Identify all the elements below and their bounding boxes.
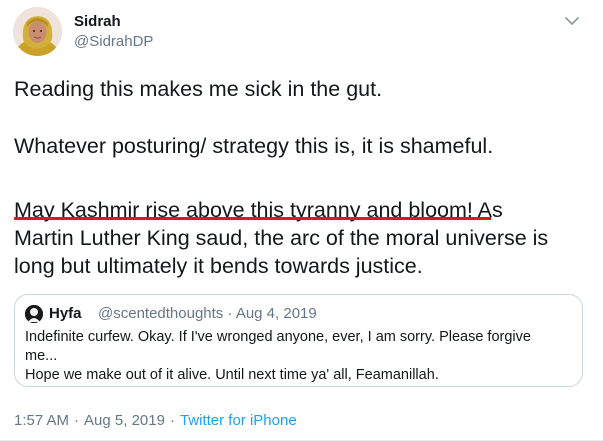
quoted-author-meta: @scentedthoughts · Aug 4, 2019 xyxy=(98,305,317,322)
quoted-author-handle[interactable]: @scentedthoughts xyxy=(98,305,223,322)
tweet-paragraph: Reading this makes me sick in the gut. xyxy=(14,77,383,101)
quoted-text-line: Hope we make out of it alive. Until next… xyxy=(25,367,439,383)
tweet-text-line: long but ultimately it bends towards jus… xyxy=(14,254,423,278)
quoted-tweet[interactable]: Hyfa @scentedthoughts · Aug 4, 2019 Inde… xyxy=(14,294,583,387)
quoted-author-name[interactable]: Hyfa xyxy=(49,305,82,322)
tweet: Sidrah @SidrahDP Reading this makes me s… xyxy=(0,0,603,441)
tweet-source-link[interactable]: Twitter for iPhone xyxy=(180,412,297,429)
tweet-paragraph-3: May Kashmir rise above this tyranny and … xyxy=(14,196,548,280)
separator: · xyxy=(169,412,175,429)
tweet-footer: 1:57 AM · Aug 5, 2019 · Twitter for iPhone xyxy=(14,412,297,429)
highlight-underline xyxy=(14,217,491,220)
tweet-date[interactable]: Aug 5, 2019 xyxy=(84,412,165,429)
separator: · xyxy=(227,305,233,322)
quoted-text-line: me... xyxy=(25,348,58,364)
tweet-paragraph: Whatever posturing/ strategy this is, it… xyxy=(14,134,494,158)
author-handle[interactable]: @SidrahDP xyxy=(74,33,153,50)
separator: · xyxy=(74,412,80,429)
author-avatar[interactable] xyxy=(13,7,62,56)
quoted-tweet-text: Indefinite curfew. Okay. If I've wronged… xyxy=(25,328,570,385)
quoted-date[interactable]: Aug 4, 2019 xyxy=(236,305,317,322)
quoted-text-line: Indefinite curfew. Okay. If I've wronged… xyxy=(25,329,531,345)
tweet-text-line: Martin Luther King saud, the arc of the … xyxy=(14,226,549,250)
tweet-time[interactable]: 1:57 AM xyxy=(14,412,69,429)
quoted-author-avatar[interactable] xyxy=(25,305,43,323)
author-name[interactable]: Sidrah xyxy=(74,13,121,30)
chevron-down-icon[interactable] xyxy=(563,14,581,28)
